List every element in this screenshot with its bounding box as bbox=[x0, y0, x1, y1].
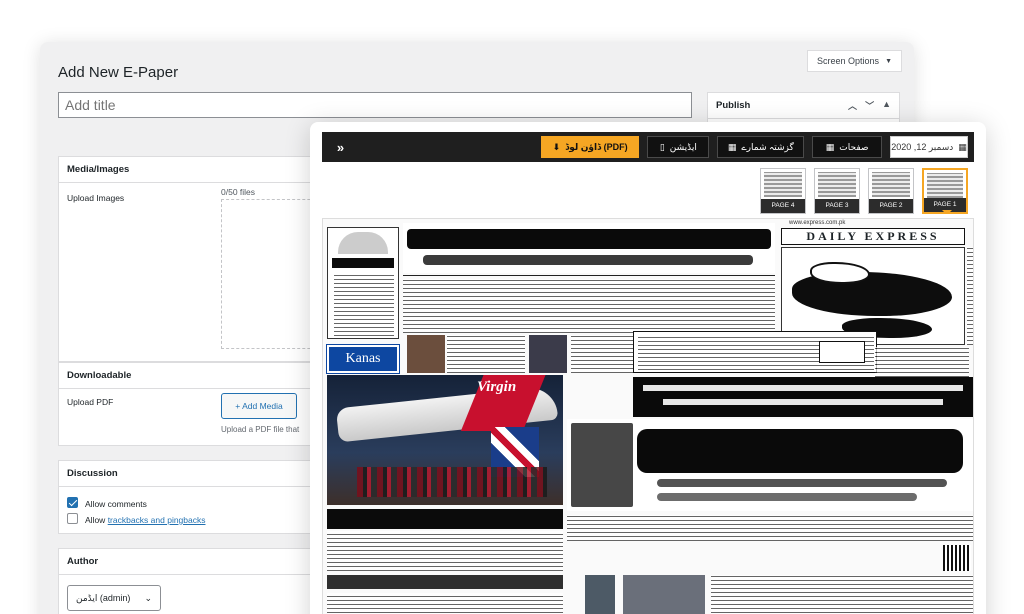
trackbacks-link[interactable]: trackbacks and pingbacks bbox=[108, 515, 206, 525]
date-label: دسمبر 12, 2020 bbox=[891, 141, 954, 152]
publish-header: Publish ︿ ﹀ ▲ bbox=[708, 93, 899, 119]
thumb-preview bbox=[764, 172, 802, 197]
editor-label: ایڈیشن bbox=[669, 141, 697, 152]
page-thumbnails: PAGE 4 PAGE 3 PAGE 2 PAGE 1 bbox=[760, 168, 968, 214]
page-thumb-1[interactable]: PAGE 1 bbox=[922, 168, 968, 214]
portrait-photo bbox=[529, 335, 567, 373]
author-select[interactable]: ایڈمن (admin) ⌄ bbox=[67, 585, 161, 611]
chevron-up-icon[interactable]: ︿ bbox=[848, 99, 857, 112]
grid-icon: ▦ bbox=[825, 141, 835, 152]
main-headline-banner bbox=[633, 377, 973, 417]
qr-code bbox=[943, 545, 971, 571]
crew-crowd bbox=[357, 467, 547, 497]
portrait-photo bbox=[407, 335, 445, 373]
expand-icon[interactable]: » bbox=[328, 136, 353, 158]
allow-trackbacks-label: Allow trackbacks and pingbacks bbox=[85, 515, 206, 525]
epaper-viewer-window: » ⬇ ڈاؤن لوڈ (PDF) ▯ ایڈیشن ▦ گزشتہ شمار… bbox=[310, 122, 986, 614]
airline-photo: Virgin bbox=[327, 375, 563, 505]
ad-text bbox=[334, 272, 394, 336]
article-text bbox=[875, 347, 969, 377]
kanas-ad: Kanas bbox=[326, 344, 400, 374]
page-thumb-3[interactable]: PAGE 3 bbox=[814, 168, 860, 214]
calendar-icon: ▦ bbox=[727, 141, 737, 152]
upload-images-label: Upload Images bbox=[67, 193, 125, 203]
ad-heading bbox=[332, 258, 394, 268]
article-text bbox=[403, 279, 775, 333]
add-media-button[interactable]: + Add Media bbox=[221, 393, 297, 419]
chevron-down-icon[interactable]: ﹀ bbox=[865, 99, 874, 112]
page-thumb-4[interactable]: PAGE 4 bbox=[760, 168, 806, 214]
article-text bbox=[567, 515, 973, 541]
thumb-label: PAGE 2 bbox=[869, 199, 913, 213]
caret-down-icon: ▼ bbox=[885, 57, 892, 65]
archive-label: گزشتہ شمارے bbox=[741, 141, 794, 152]
side-date-strip bbox=[967, 247, 973, 345]
article-text bbox=[711, 575, 973, 614]
editor-button[interactable]: ▯ ایڈیشن bbox=[647, 136, 710, 158]
upload-pdf-label: Upload PDF bbox=[67, 397, 114, 407]
banner-text bbox=[663, 399, 943, 405]
headline-ink bbox=[407, 229, 771, 249]
newspaper-url: www.express.com.pk bbox=[789, 220, 846, 226]
headline-ink bbox=[657, 493, 917, 501]
top-headline bbox=[403, 223, 775, 273]
pages-label: صفحات bbox=[839, 141, 869, 152]
article-text bbox=[327, 593, 563, 614]
date-picker[interactable]: دسمبر 12, 2020 ▦ bbox=[890, 136, 969, 158]
pages-button[interactable]: ▦ صفحات bbox=[812, 136, 883, 158]
thumb-label: PAGE 3 bbox=[815, 199, 859, 213]
article-text bbox=[327, 531, 563, 571]
portrait-photo bbox=[585, 575, 615, 614]
page-title: Add New E-Paper bbox=[58, 64, 179, 81]
file-count: 0/50 files bbox=[221, 187, 256, 197]
download-icon: ⬇ bbox=[552, 141, 561, 152]
article-text bbox=[571, 335, 639, 373]
banner-text bbox=[643, 385, 963, 391]
lower-headline bbox=[327, 509, 563, 529]
thumb-label: PAGE 1 bbox=[924, 198, 966, 212]
lower-headline bbox=[327, 575, 563, 589]
chevron-down-icon: ⌄ bbox=[144, 592, 152, 603]
thumb-preview bbox=[872, 172, 910, 197]
rule bbox=[403, 275, 775, 276]
caret-up-icon[interactable]: ▲ bbox=[882, 99, 891, 112]
allow-comments-label: Allow comments bbox=[85, 499, 147, 509]
plane-brand: Virgin bbox=[477, 379, 517, 395]
newspaper-masthead: DAILY EXPRESS bbox=[781, 228, 965, 245]
allow-prefix: Allow bbox=[85, 515, 106, 525]
thumb-label: PAGE 4 bbox=[761, 199, 805, 213]
screen-options-label: Screen Options bbox=[817, 56, 880, 66]
screen-options-button[interactable]: Screen Options ▼ bbox=[807, 50, 902, 72]
price-box bbox=[819, 341, 865, 363]
pdf-hint: Upload a PDF file that bbox=[221, 425, 300, 434]
thumb-preview bbox=[818, 172, 856, 197]
headline-ink bbox=[657, 479, 947, 487]
logo-globe bbox=[810, 262, 870, 284]
thumb-preview bbox=[927, 173, 963, 198]
title-input[interactable] bbox=[58, 92, 692, 118]
headline-ink bbox=[637, 429, 963, 473]
headline-ink bbox=[571, 423, 633, 507]
allow-trackbacks-checkbox[interactable] bbox=[67, 513, 78, 524]
newspaper-page[interactable]: www.express.com.pk DAILY EXPRESS Kanas V… bbox=[322, 218, 974, 614]
meeting-photo bbox=[623, 575, 705, 614]
download-pdf-label: ڈاؤن لوڈ (PDF) bbox=[565, 141, 628, 152]
page-thumb-2[interactable]: PAGE 2 bbox=[868, 168, 914, 214]
allow-comments-checkbox[interactable] bbox=[67, 497, 78, 508]
download-pdf-button[interactable]: ⬇ ڈاؤن لوڈ (PDF) bbox=[540, 136, 640, 158]
mosque-graphic bbox=[338, 232, 388, 254]
main-headline bbox=[567, 419, 973, 511]
author-selected: ایڈمن (admin) bbox=[76, 592, 131, 603]
archive-button[interactable]: ▦ گزشتہ شمارے bbox=[717, 136, 805, 158]
headline-ink bbox=[423, 255, 753, 265]
publish-heading: Publish bbox=[716, 100, 751, 111]
viewer-toolbar: » ⬇ ڈاؤن لوڈ (PDF) ▯ ایڈیشن ▦ گزشتہ شمار… bbox=[322, 132, 974, 162]
left-ad bbox=[327, 227, 399, 339]
map-icon: ▯ bbox=[659, 141, 665, 152]
calendar-icon: ▦ bbox=[958, 141, 967, 152]
article-text bbox=[447, 335, 525, 373]
